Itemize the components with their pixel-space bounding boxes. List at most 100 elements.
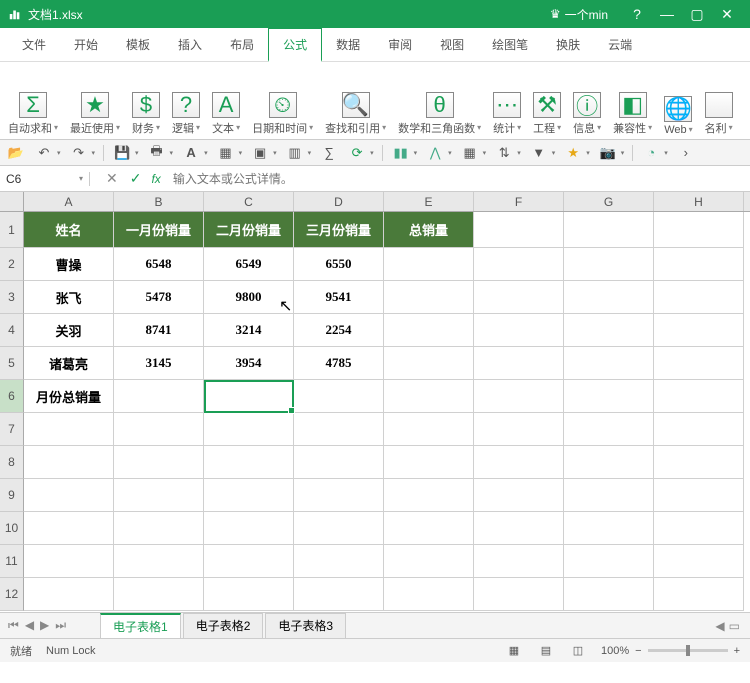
cell[interactable] bbox=[654, 578, 744, 611]
sheet-tab-电子表格3[interactable]: 电子表格3 bbox=[265, 613, 346, 638]
border-icon[interactable]: ▣ bbox=[250, 143, 270, 163]
cell[interactable]: 5478 bbox=[114, 281, 204, 314]
cell[interactable] bbox=[654, 212, 744, 248]
spreadsheet-grid[interactable]: ABCDEFGH 1姓名一月份销量二月份销量三月份销量总销量2曹操6548654… bbox=[0, 192, 750, 612]
menu-文件[interactable]: 文件 bbox=[8, 28, 60, 62]
cell[interactable] bbox=[384, 314, 474, 347]
cell[interactable] bbox=[474, 347, 564, 380]
cell[interactable] bbox=[114, 578, 204, 611]
row-header[interactable]: 12 bbox=[0, 578, 24, 611]
menu-开始[interactable]: 开始 bbox=[60, 28, 112, 62]
cell[interactable] bbox=[384, 281, 474, 314]
cell[interactable] bbox=[654, 314, 744, 347]
row-header[interactable]: 3 bbox=[0, 281, 24, 314]
cell[interactable] bbox=[204, 512, 294, 545]
font-icon[interactable]: A bbox=[181, 143, 201, 163]
col-header-C[interactable]: C bbox=[204, 192, 294, 211]
menu-审阅[interactable]: 审阅 bbox=[374, 28, 426, 62]
cell[interactable] bbox=[564, 413, 654, 446]
cell[interactable] bbox=[114, 545, 204, 578]
cell[interactable] bbox=[384, 380, 474, 413]
close-button[interactable]: ✕ bbox=[712, 6, 742, 23]
ribbon-财务[interactable]: $财务▾ bbox=[126, 66, 166, 136]
cell[interactable] bbox=[294, 446, 384, 479]
minimize-button[interactable]: — bbox=[652, 6, 682, 22]
cell[interactable] bbox=[654, 380, 744, 413]
ribbon-名利[interactable]: 名利▾ bbox=[699, 66, 739, 136]
menu-模板[interactable]: 模板 bbox=[112, 28, 164, 62]
cell[interactable] bbox=[474, 281, 564, 314]
ribbon-自动求和[interactable]: Σ自动求和▾ bbox=[2, 66, 64, 136]
cell[interactable] bbox=[24, 413, 114, 446]
save-icon[interactable]: 💾 bbox=[112, 143, 132, 163]
cell[interactable]: 6550 bbox=[294, 248, 384, 281]
ribbon-最近使用[interactable]: ★最近使用▾ bbox=[64, 66, 126, 136]
cell[interactable]: 一月份销量 bbox=[114, 212, 204, 248]
cell[interactable] bbox=[564, 545, 654, 578]
tab-nav[interactable]: ⏮◀▶⏭ bbox=[8, 618, 66, 633]
row-header[interactable]: 8 bbox=[0, 446, 24, 479]
cell[interactable] bbox=[294, 380, 384, 413]
menu-插入[interactable]: 插入 bbox=[164, 28, 216, 62]
cell[interactable] bbox=[654, 281, 744, 314]
cell[interactable]: 曹操 bbox=[24, 248, 114, 281]
sheet-tab-电子表格2[interactable]: 电子表格2 bbox=[183, 613, 264, 638]
zoom-out-icon[interactable]: − bbox=[635, 645, 641, 657]
row-header[interactable]: 9 bbox=[0, 479, 24, 512]
row-header[interactable]: 4 bbox=[0, 314, 24, 347]
cell[interactable] bbox=[24, 446, 114, 479]
maximize-button[interactable]: ▢ bbox=[682, 6, 712, 23]
zoom-in-icon[interactable]: + bbox=[734, 645, 740, 657]
cell[interactable] bbox=[114, 446, 204, 479]
cell[interactable]: 关羽 bbox=[24, 314, 114, 347]
row-header[interactable]: 5 bbox=[0, 347, 24, 380]
cell[interactable] bbox=[294, 512, 384, 545]
cell[interactable] bbox=[654, 248, 744, 281]
user-name[interactable]: 一个min bbox=[565, 6, 608, 23]
cell[interactable]: 6549 bbox=[204, 248, 294, 281]
fx-icon[interactable]: fx bbox=[147, 172, 164, 186]
cell[interactable] bbox=[24, 578, 114, 611]
name-box[interactable]: C6▾ bbox=[0, 172, 90, 186]
cell[interactable] bbox=[474, 212, 564, 248]
ribbon-文本[interactable]: A文本▾ bbox=[206, 66, 246, 136]
ribbon-信息[interactable]: ⓘ信息▾ bbox=[567, 66, 607, 136]
col-header-B[interactable]: B bbox=[114, 192, 204, 211]
cell[interactable] bbox=[474, 446, 564, 479]
chart-pie-icon[interactable]: ◔ bbox=[641, 143, 661, 163]
cell[interactable] bbox=[204, 413, 294, 446]
accept-formula-icon[interactable]: ✓ bbox=[124, 170, 148, 187]
open-icon[interactable]: 📂 bbox=[6, 143, 26, 163]
menu-绘图笔[interactable]: 绘图笔 bbox=[478, 28, 542, 62]
col-header-G[interactable]: G bbox=[564, 192, 654, 211]
cell[interactable]: 总销量 bbox=[384, 212, 474, 248]
cell[interactable]: 8741 bbox=[114, 314, 204, 347]
zoom-control[interactable]: 100% − + bbox=[601, 645, 740, 657]
cell[interactable] bbox=[564, 578, 654, 611]
cell[interactable]: 3214 bbox=[204, 314, 294, 347]
cell[interactable] bbox=[564, 281, 654, 314]
cell[interactable] bbox=[294, 545, 384, 578]
cell[interactable] bbox=[654, 347, 744, 380]
help-button[interactable]: ? bbox=[622, 6, 652, 22]
zoom-slider[interactable] bbox=[648, 649, 728, 652]
cell[interactable] bbox=[24, 512, 114, 545]
row-header[interactable]: 6 bbox=[0, 380, 24, 413]
cell[interactable] bbox=[474, 413, 564, 446]
row-header[interactable]: 11 bbox=[0, 545, 24, 578]
cell[interactable] bbox=[564, 314, 654, 347]
col-header-A[interactable]: A bbox=[24, 192, 114, 211]
ribbon-数学和三角函数[interactable]: θ数学和三角函数▾ bbox=[392, 66, 487, 136]
ribbon-查找和引用[interactable]: 🔍查找和引用▾ bbox=[319, 66, 392, 136]
sort-icon[interactable]: ⇅ bbox=[494, 143, 514, 163]
view-break-icon[interactable]: ◫ bbox=[569, 644, 587, 657]
select-all-corner[interactable] bbox=[0, 192, 24, 211]
formula-input[interactable] bbox=[165, 172, 750, 186]
cell[interactable] bbox=[564, 212, 654, 248]
col-header-E[interactable]: E bbox=[384, 192, 474, 211]
cell[interactable] bbox=[654, 446, 744, 479]
cell[interactable] bbox=[114, 380, 204, 413]
view-page-icon[interactable]: ▤ bbox=[537, 644, 555, 657]
fill-icon[interactable]: ▦ bbox=[216, 143, 236, 163]
scroll-thumb[interactable]: ▭ bbox=[729, 619, 740, 633]
